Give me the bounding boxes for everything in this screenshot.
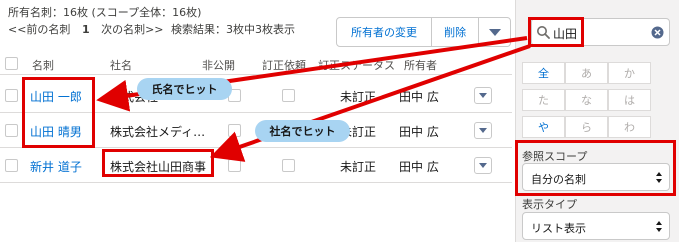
kana-filter-ka[interactable]: か (608, 62, 651, 84)
highlight-search (528, 17, 584, 47)
col-header-private[interactable]: 非公開 (202, 57, 235, 73)
clear-icon[interactable] (651, 26, 664, 39)
result-count: 検索結果：3枚中3枚表示 (171, 23, 296, 36)
private-checkbox[interactable] (228, 124, 241, 137)
highlight-company (102, 149, 214, 177)
change-owner-button[interactable]: 所有者の変更 (337, 18, 432, 46)
chevron-down-icon (479, 93, 487, 98)
col-header-correction-request[interactable]: 訂正依頼 (262, 57, 306, 73)
card-name-link[interactable]: 新井 道子 (30, 158, 82, 175)
kana-filter-ha[interactable]: は (608, 89, 651, 111)
more-actions-button[interactable] (479, 18, 510, 46)
owner-name: 田中 広 (399, 90, 439, 104)
row-menu-button[interactable] (474, 122, 492, 139)
company-name: 株式会社メディア… (110, 125, 214, 139)
display-type-select[interactable]: リスト表示 (522, 212, 670, 240)
col-header-name[interactable]: 名刺 (32, 57, 54, 73)
page-number: 1 (81, 23, 90, 36)
col-header-correction-status[interactable]: 訂正ステータス (318, 57, 395, 73)
col-header-company[interactable]: 社名 (110, 57, 132, 73)
display-type-label: 表示タイプ (522, 198, 577, 211)
correction-status: 未訂正 (340, 90, 377, 104)
prev-link[interactable]: <<前の名刺 (8, 23, 70, 36)
correction-status: 未訂正 (340, 160, 377, 174)
chevron-down-icon (479, 128, 487, 133)
highlight-scope (515, 140, 676, 196)
highlight-names (22, 77, 95, 148)
kana-filter-ya[interactable]: や (522, 116, 565, 138)
owner-count-text: 所有名刺：16枚 (スコープ全体：16枚) (8, 6, 202, 19)
record-navigation: <<前の名刺 1 次の名刺>> 検索結果：3枚中3枚表示 (8, 21, 295, 37)
col-header-owner[interactable]: 所有者 (404, 57, 437, 73)
row-checkbox[interactable] (5, 89, 18, 102)
delete-button[interactable]: 削除 (432, 18, 480, 46)
callout-company-hit: 社名でヒット (255, 120, 350, 142)
kana-filter-ta[interactable]: た (522, 89, 565, 111)
select-all-checkbox[interactable] (5, 57, 18, 70)
table-row: 新井 道子 株式会社山田商事 未訂正 田中 広 (0, 148, 512, 183)
chevron-down-icon (479, 163, 487, 168)
chevron-down-icon (488, 28, 501, 36)
correction-request-checkbox[interactable] (282, 89, 295, 102)
row-checkbox[interactable] (5, 159, 18, 172)
display-type-value: リスト表示 (531, 222, 586, 235)
kana-filter-a[interactable]: あ (565, 62, 608, 84)
kana-filter-na[interactable]: な (565, 89, 608, 111)
table-header: 名刺 社名 非公開 訂正依頼 訂正ステータス 所有者 (0, 52, 512, 75)
action-button-group: 所有者の変更 削除 (336, 17, 511, 47)
kana-filter-all[interactable]: 全 (522, 62, 565, 84)
kana-filter-ra[interactable]: ら (565, 116, 608, 138)
row-checkbox[interactable] (5, 124, 18, 137)
row-menu-button[interactable] (474, 157, 492, 174)
callout-name-hit: 氏名でヒット (137, 78, 232, 100)
kana-filter-wa[interactable]: わ (608, 116, 651, 138)
sort-arrows-icon (656, 221, 662, 232)
owner-name: 田中 広 (399, 160, 439, 174)
row-menu-button[interactable] (474, 87, 492, 104)
next-link[interactable]: 次の名刺>> (101, 23, 163, 36)
owner-name: 田中 広 (399, 125, 439, 139)
private-checkbox[interactable] (228, 159, 241, 172)
correction-request-checkbox[interactable] (282, 159, 295, 172)
